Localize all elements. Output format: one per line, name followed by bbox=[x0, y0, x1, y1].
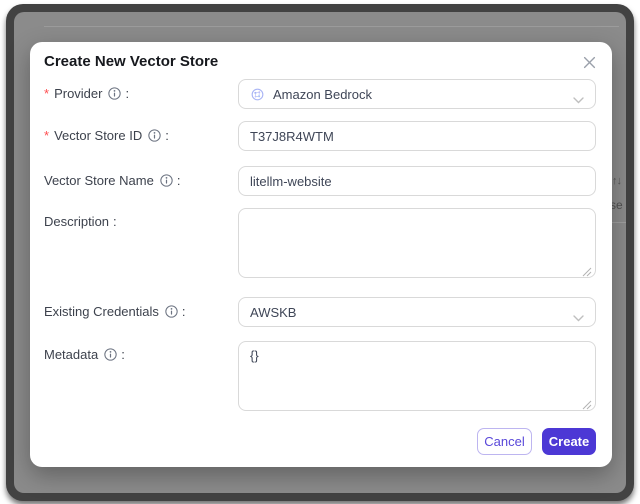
modal-title: Create New Vector Store bbox=[44, 53, 219, 70]
existing-credentials-select[interactable]: AWSKB bbox=[238, 297, 596, 327]
chevron-down-icon bbox=[573, 310, 584, 325]
info-icon[interactable] bbox=[165, 305, 178, 318]
field-label-existing-credentials: Existing Credentials : bbox=[44, 304, 186, 319]
existing-credentials-select-value: AWSKB bbox=[250, 304, 297, 320]
provider-select-value: Amazon Bedrock bbox=[273, 86, 372, 102]
info-icon[interactable] bbox=[108, 87, 122, 100]
field-label-description: Description : bbox=[44, 214, 117, 229]
field-label-vector-store-name: Vector Store Name : bbox=[44, 173, 181, 188]
sort-icon: ↑↓ bbox=[612, 175, 622, 187]
close-button[interactable] bbox=[578, 51, 600, 73]
metadata-textarea[interactable]: {} bbox=[238, 341, 596, 411]
background-divider bbox=[610, 222, 626, 223]
field-label-provider: * Provider : bbox=[44, 86, 130, 101]
cancel-button[interactable]: Cancel bbox=[477, 428, 532, 455]
create-vector-store-modal: Create New Vector Store * Provider : Ama… bbox=[30, 42, 612, 467]
chevron-down-icon bbox=[573, 92, 584, 107]
field-label-metadata: Metadata : bbox=[44, 347, 125, 362]
vector-store-id-input[interactable] bbox=[238, 121, 596, 151]
info-icon[interactable] bbox=[104, 348, 117, 361]
required-marker: * bbox=[44, 128, 50, 143]
bedrock-icon bbox=[250, 87, 265, 102]
provider-select[interactable]: Amazon Bedrock bbox=[238, 79, 596, 109]
info-icon[interactable] bbox=[148, 129, 161, 142]
background-divider bbox=[44, 26, 619, 27]
create-button[interactable]: Create bbox=[542, 428, 596, 455]
field-label-vector-store-id: * Vector Store ID : bbox=[44, 128, 169, 143]
close-icon bbox=[583, 56, 596, 69]
info-icon[interactable] bbox=[160, 174, 173, 187]
vector-store-name-input[interactable] bbox=[238, 166, 596, 196]
required-marker: * bbox=[44, 86, 50, 101]
description-textarea[interactable] bbox=[238, 208, 596, 278]
